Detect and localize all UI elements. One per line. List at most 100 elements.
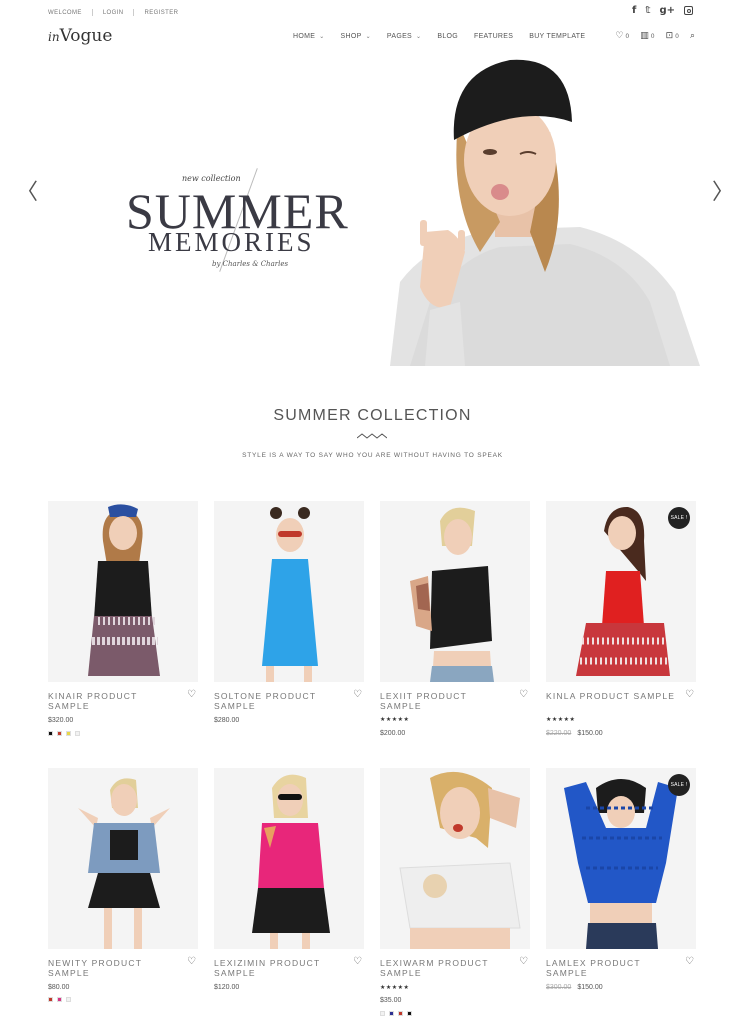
color-swatches [380,1011,412,1016]
color-swatches [48,997,71,1002]
logo-text: Vogue [59,26,113,46]
product-image[interactable] [214,501,364,682]
heart-icon[interactable]: ♡ [187,689,196,700]
swatch[interactable] [66,731,71,736]
search-icon[interactable]: ⌕ [690,31,695,41]
heart-icon[interactable]: ♡ [519,689,528,700]
account-links: WELCOME LOGIN REGISTER [48,9,178,16]
nav-buy-template[interactable]: BUY TEMPLATE [529,33,585,40]
site-header: inVogue HOME ⌄ SHOP ⌄ PAGES ⌄ BLOG FEATURES… [0,24,745,54]
heart-icon[interactable]: ♡ [519,956,528,967]
product-card[interactable]: LEXIWARM PRODUCT SAMPLE ♡ ★★★★★ $35.00 [380,768,530,1016]
swatch[interactable] [57,997,62,1002]
heart-icon[interactable]: ♡ [685,956,694,967]
login-link[interactable]: LOGIN [103,10,124,16]
product-image[interactable] [380,768,530,949]
nav-label: SHOP [340,33,362,40]
instagram-icon[interactable] [684,6,693,15]
product-price: $80.00 [48,984,69,991]
divider [91,9,93,16]
logo-prefix: in [48,30,60,44]
product-image[interactable] [48,768,198,949]
product-name[interactable]: LEXIIT PRODUCT SAMPLE [380,691,510,711]
bag-icon: ⊡ [665,31,674,41]
compare-count: 0 [650,32,655,40]
sale-badge: SALE ! [668,507,690,529]
heart-icon[interactable]: ♡ [353,689,362,700]
price-value: $150.00 [577,984,603,991]
register-link[interactable]: REGISTER [144,10,178,16]
product-image[interactable]: SALE ! [546,501,696,682]
nav-features[interactable]: FEATURES [474,33,513,40]
product-image[interactable] [48,501,198,682]
twitter-icon[interactable]: 𝕥 [645,5,650,16]
nav-shop[interactable]: SHOP ⌄ [341,33,371,40]
product-card[interactable]: NEWITY PRODUCT SAMPLE ♡ $80.00 [48,768,198,1002]
hero-model-image [390,59,700,366]
rating-stars: ★★★★★ [546,716,576,723]
product-price: $220.00 $150.00 [546,730,603,737]
product-name[interactable]: LAMLEX PRODUCT SAMPLE [546,958,676,978]
product-card[interactable]: LEXIZIMIN PRODUCT SAMPLE ♡ $120.00 [214,768,364,991]
rating-stars: ★★★★★ [380,716,410,723]
swatch[interactable] [398,1011,403,1016]
nav-pages[interactable]: PAGES ⌄ [387,33,421,40]
product-name[interactable]: LEXIWARM PRODUCT SAMPLE [380,958,510,978]
heart-icon[interactable]: ♡ [685,689,694,700]
product-image[interactable] [214,768,364,949]
price-value: $200.00 [380,730,406,737]
nav-blog[interactable]: BLOG [437,33,458,40]
product-card[interactable]: SALE ! KINLA PRODUCT SAMPLE ♡ ★★★★★ $220… [546,501,696,737]
product-card[interactable]: LEXIIT PRODUCT SAMPLE ♡ ★★★★★ $200.00 [380,501,530,737]
nav-label: HOME [293,33,316,40]
welcome-link[interactable]: WELCOME [48,10,82,16]
swatch[interactable] [66,997,71,1002]
header-icons: ♡ 0 ▥ 0 ⊡ 0 ⌕ [615,31,695,41]
product-price: $200.00 [380,730,405,737]
swatch[interactable] [389,1011,394,1016]
product-name[interactable]: SOLTONE PRODUCT SAMPLE [214,691,344,711]
product-name[interactable]: KINLA PRODUCT SAMPLE [546,691,676,701]
product-image[interactable] [380,501,530,682]
facebook-icon[interactable]: f [632,5,636,16]
wishlist-button[interactable]: ♡ 0 [615,31,629,41]
rating-stars: ★★★★★ [380,984,410,991]
slider-prev-arrow[interactable]: 〈 [16,174,38,206]
product-name[interactable]: KINAIR PRODUCT SAMPLE [48,691,178,711]
product-price: $120.00 [214,984,239,991]
wishlist-count: 0 [625,32,630,40]
product-price: $35.00 [380,997,401,1004]
swatch[interactable] [48,731,53,736]
product-image[interactable]: SALE ! [546,768,696,949]
price-value: $280.00 [214,717,240,724]
slider-next-arrow[interactable]: 〉 [712,174,734,206]
nav-home[interactable]: HOME ⌄ [293,33,325,40]
product-name[interactable]: LEXIZIMIN PRODUCT SAMPLE [214,958,344,978]
heart-icon[interactable]: ♡ [187,956,196,967]
product-card[interactable]: SALE ! LAMLEX PRODUCT SAMPLE ♡ $300.00 $1… [546,768,696,991]
divider [133,9,135,16]
swatch[interactable] [380,1011,385,1016]
googleplus-icon[interactable]: g+ [659,5,675,16]
section-subtitle: STYLE IS A WAY TO SAY WHO YOU ARE WITHOU… [242,452,503,459]
heart-icon[interactable]: ♡ [353,956,362,967]
chevron-down-icon: ⌄ [416,34,422,40]
product-card[interactable]: SOLTONE PRODUCT SAMPLE ♡ $280.00 [214,501,364,724]
price-value: $80.00 [48,984,70,991]
compare-button[interactable]: ▥ 0 [640,31,654,41]
product-name[interactable]: NEWITY PRODUCT SAMPLE [48,958,178,978]
price-value: $120.00 [214,984,240,991]
nav-label: PAGES [386,33,413,40]
top-bar: WELCOME LOGIN REGISTER f 𝕥 g+ [0,0,745,24]
swatch[interactable] [57,731,62,736]
swatch[interactable] [48,997,53,1002]
main-nav: HOME ⌄ SHOP ⌄ PAGES ⌄ BLOG FEATURES BUY TEM… [293,33,585,40]
price-value: $150.00 [577,730,603,737]
swatch[interactable] [407,1011,412,1016]
logo[interactable]: inVogue [48,26,112,46]
swatch[interactable] [75,731,80,736]
product-card[interactable]: KINAIR PRODUCT SAMPLE ♡ $320.00 [48,501,198,736]
cart-count: 0 [675,32,679,40]
sale-badge: SALE ! [668,774,690,796]
cart-button[interactable]: ⊡ 0 [666,31,679,41]
